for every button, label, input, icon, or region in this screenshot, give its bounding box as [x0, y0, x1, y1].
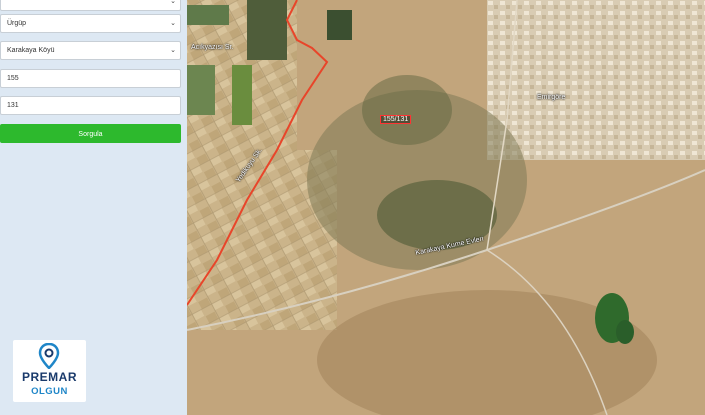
- parcel-marker-label[interactable]: 155/131: [380, 115, 412, 124]
- chevron-down-icon: ⌄: [170, 47, 176, 54]
- map-place-label-emirgore: Emirgöre: [537, 94, 566, 101]
- parcel-number-input[interactable]: 131: [0, 96, 181, 115]
- block-number-input[interactable]: 155: [0, 69, 181, 88]
- province-select[interactable]: ⌄: [0, 0, 181, 11]
- logo-brand-text: PREMAR: [21, 370, 77, 384]
- parcel-number-value: 131: [7, 102, 19, 109]
- block-number-value: 155: [7, 75, 19, 82]
- map-place-label-acikyazisi: Acıkyazısı Sr.: [191, 44, 234, 51]
- neighborhood-select-value: Karakaya Köyü: [7, 47, 55, 54]
- query-button[interactable]: Sorgula: [0, 124, 181, 143]
- neighborhood-select[interactable]: Karakaya Köyü ⌄: [0, 41, 181, 60]
- location-pin-icon: [38, 343, 60, 369]
- company-logo: PREMAR OLGUN: [13, 340, 86, 402]
- district-select[interactable]: Ürgüp ⌄: [0, 14, 181, 33]
- district-select-value: Ürgüp: [7, 20, 27, 27]
- query-sidebar: ⌄ Ürgüp ⌄ Karakaya Köyü ⌄ 155 131 Sorgul…: [0, 0, 188, 415]
- satellite-imagery: [187, 0, 705, 415]
- chevron-down-icon: ⌄: [170, 20, 176, 27]
- chevron-down-icon: ⌄: [170, 0, 176, 5]
- satellite-map[interactable]: Acıkyazısı Sr. Emirgöre Yedikuyu Sk. Kar…: [187, 0, 705, 415]
- logo-sub-text: OLGUN: [31, 386, 68, 397]
